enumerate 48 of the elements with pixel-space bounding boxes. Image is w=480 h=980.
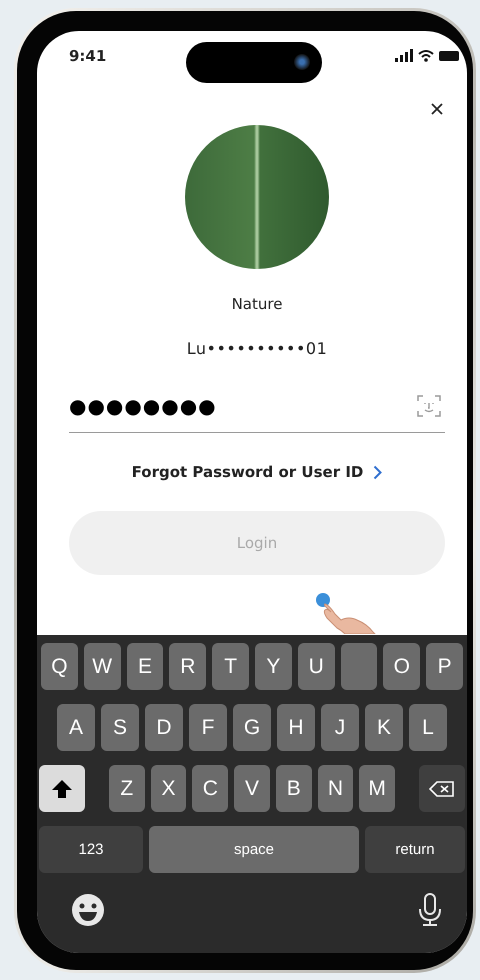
keyboard-key[interactable]: K [365,704,403,751]
chevron-right-icon [373,464,382,480]
signal-icon [395,49,413,62]
tap-gesture-drawing [315,592,377,634]
keyboard-key[interactable]: J [321,704,359,751]
emoji-icon[interactable] [71,893,105,927]
forgot-password-link[interactable]: Forgot Password or User ID [132,463,382,481]
camera-icon [294,54,310,70]
keyboard-key[interactable]: E [126,643,164,690]
shift-key[interactable] [38,765,85,812]
keyboard-key[interactable]: B [276,765,312,812]
status-time: 9:41 [69,47,106,65]
backspace-icon [429,780,456,798]
keyboard-key[interactable]: A [57,704,95,751]
keyboard-key[interactable]: U [298,643,335,690]
keyboard-key[interactable]: D [145,704,183,751]
numbers-key[interactable]: 123 [39,826,143,873]
wifi-icon [418,50,434,62]
return-key[interactable]: return [365,826,465,873]
keyboard-key[interactable]: C [192,765,228,812]
keyboard-key[interactable]: Y [255,643,292,690]
keyboard-key[interactable]: Z [108,765,145,812]
keyboard-key[interactable]: X [150,765,186,812]
masked-user-id: Lu••••••••••01 [186,339,328,358]
delete-key[interactable] [419,765,466,812]
keyboard-key[interactable]: W [84,643,121,690]
keyboard-key[interactable]: S [101,704,139,751]
microphone-icon[interactable] [417,893,443,927]
keyboard-key[interactable]: H [277,704,315,751]
keyboard-key[interactable]: M [359,765,396,812]
keyboard-key[interactable]: P [426,643,463,690]
keyboard-key[interactable]: T [212,643,249,690]
profile-name: Nature [232,295,282,313]
keyboard-key[interactable]: R [169,643,206,690]
shift-arrow-icon [50,778,73,798]
password-field[interactable]: ●●●●●●●● [69,394,445,433]
face-id-icon[interactable] [417,394,441,418]
keyboard-key[interactable]: O [383,643,420,690]
keyboard-key[interactable]: L [409,704,447,751]
keyboard-key[interactable]: N [318,765,354,812]
keyboard-key[interactable] [340,643,378,690]
keyboard-key[interactable]: G [233,704,271,751]
space-key[interactable]: space [149,826,359,873]
close-button[interactable] [429,101,445,117]
keyboard-key[interactable]: Q [41,643,78,690]
keyboard-key[interactable]: F [189,704,227,751]
keyboard-key[interactable]: V [234,765,270,812]
battery-icon [439,51,459,61]
